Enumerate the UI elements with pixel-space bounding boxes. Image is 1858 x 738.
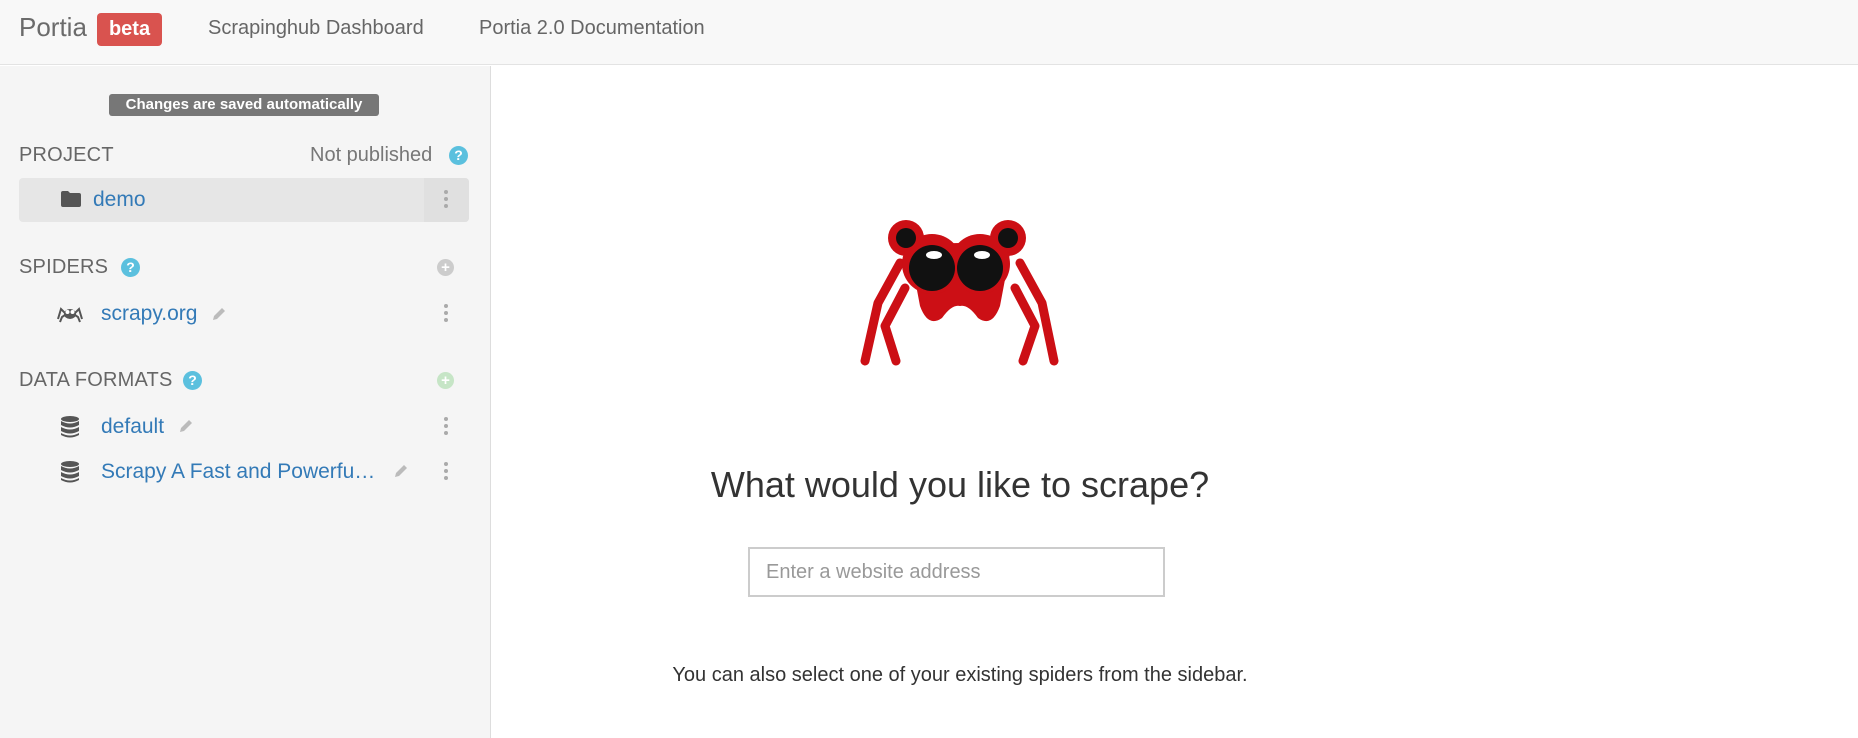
data-format-link-scrapy[interactable]: Scrapy A Fast and Powerfu…: [101, 460, 375, 484]
project-menu-icon[interactable]: [443, 190, 449, 210]
add-spider-icon[interactable]: +: [437, 259, 454, 276]
spiders-section-label: SPIDERS: [19, 256, 109, 278]
project-name-link[interactable]: demo: [93, 188, 146, 212]
nav-link-scrapinghub-dashboard[interactable]: Scrapinghub Dashboard: [208, 17, 424, 40]
brand-name[interactable]: Portia: [19, 12, 87, 43]
sidebar-hint-text: You can also select one of your existing…: [672, 664, 1248, 686]
database-icon: [61, 461, 79, 483]
spider-link-scrapy-org[interactable]: scrapy.org: [101, 302, 197, 326]
nav-link-portia-documentation[interactable]: Portia 2.0 Documentation: [479, 17, 705, 40]
edit-pencil-icon[interactable]: [211, 306, 227, 322]
help-icon[interactable]: ?: [183, 371, 202, 390]
folder-icon: [61, 191, 81, 207]
data-format-menu-icon[interactable]: [443, 462, 449, 482]
data-formats-section-label: DATA FORMATS: [19, 369, 173, 391]
project-item[interactable]: demo: [19, 178, 469, 222]
publish-status: Not published: [310, 144, 433, 166]
data-format-menu-icon[interactable]: [443, 417, 449, 437]
data-format-link-default[interactable]: default: [101, 415, 164, 439]
database-icon: [61, 416, 79, 438]
autosave-notice: Changes are saved automatically: [109, 94, 379, 116]
edit-pencil-icon[interactable]: [178, 418, 194, 434]
help-icon[interactable]: ?: [121, 258, 140, 277]
beta-badge: beta: [97, 13, 162, 46]
spider-icon: [57, 307, 83, 323]
top-navbar: Portia beta Scrapinghub Dashboard Portia…: [0, 0, 1858, 65]
project-section-label: PROJECT: [19, 144, 114, 166]
website-url-input[interactable]: [748, 547, 1165, 597]
portia-spider-logo: [860, 220, 1059, 366]
add-data-format-icon[interactable]: +: [437, 372, 454, 389]
edit-pencil-icon[interactable]: [393, 463, 409, 479]
sidebar: Changes are saved automatically PROJECT …: [0, 66, 491, 738]
spider-menu-icon[interactable]: [443, 304, 449, 324]
help-icon[interactable]: ?: [449, 146, 468, 165]
page-title: What would you like to scrape?: [710, 464, 1210, 505]
